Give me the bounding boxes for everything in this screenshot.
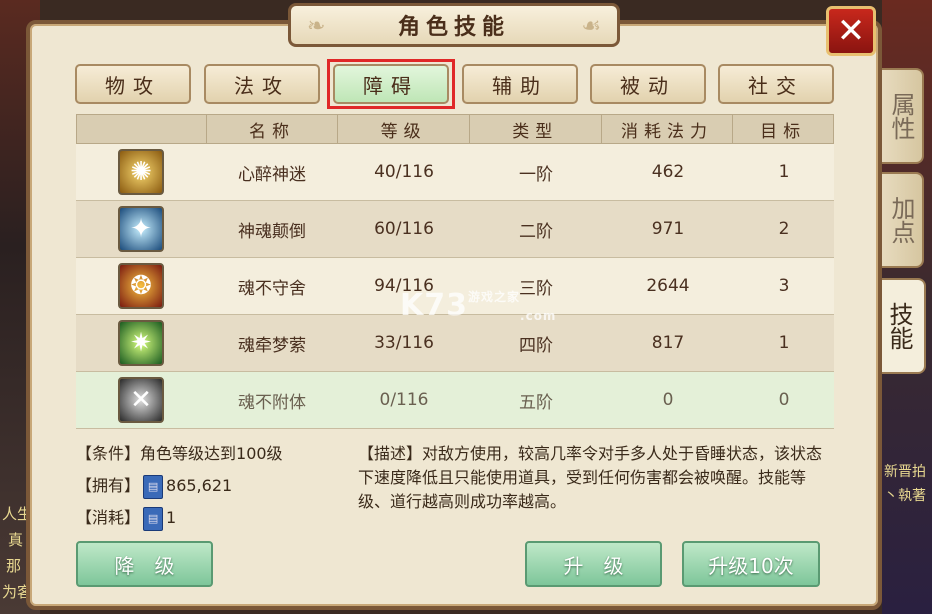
own-label: 【拥有】 <box>76 476 141 495</box>
skill-mana: 2644 <box>646 276 690 296</box>
grey-web-icon: ✕ <box>118 377 164 423</box>
downgrade-label: 降 级 <box>114 553 175 578</box>
downgrade-button[interactable]: 降 级 <box>76 541 213 587</box>
watermark: K73游戏之家 .com <box>400 288 556 323</box>
close-icon: ✕ <box>836 11 866 51</box>
watermark-domain: .com <box>520 309 557 323</box>
condition-value: 角色等级达到100级 <box>140 444 283 463</box>
window-title: 角色技能 <box>397 15 510 40</box>
upgrade-ten-label: 升级10次 <box>708 553 794 578</box>
tab-assist[interactable]: 辅助 <box>462 64 578 104</box>
tab-label: 社交 <box>748 73 804 98</box>
skill-type: 二阶 <box>519 221 553 242</box>
skill-level: 0/116 <box>379 390 429 410</box>
upgrade-button[interactable]: 升 级 <box>525 541 662 587</box>
skill-name: 魂牵梦萦 <box>238 335 306 356</box>
skill-description: 【描述】对敌方使用，较高几率令对手多人处于昏睡状态，该状态下速度降低且只能使用道… <box>358 444 823 511</box>
skill-name: 神魂颠倒 <box>238 221 306 242</box>
own-value: 865,621 <box>166 476 233 495</box>
background-text-5: 新晋拍 <box>884 464 926 480</box>
skill-book-icon: ▤ <box>143 474 164 499</box>
cost-value: 1 <box>166 508 177 527</box>
tab-label: 物攻 <box>105 73 161 98</box>
skill-type: 四阶 <box>519 335 553 356</box>
header-type: 类型 <box>470 115 602 143</box>
skill-mana: 462 <box>651 162 685 182</box>
side-tab-label: 加点 <box>887 196 915 244</box>
skill-target: 1 <box>778 333 790 353</box>
tab-passive[interactable]: 被动 <box>590 64 706 104</box>
header-mana: 消耗法力 <box>602 115 734 143</box>
tab-obstacle[interactable]: 障碍 <box>333 64 449 104</box>
skill-name: 心醉神迷 <box>238 164 306 185</box>
header-target: 目标 <box>760 121 807 142</box>
own-line: 【拥有】 ▤ 865,621 <box>76 474 232 499</box>
skill-target: 3 <box>778 276 790 296</box>
side-tab-label: 技能 <box>885 302 913 350</box>
phoenix-emblem-icon: ❂ <box>118 263 164 309</box>
background-text-6: 丶執著 <box>884 488 926 504</box>
skill-name: 魂不附体 <box>238 392 306 413</box>
fire-swirl-icon: ✺ <box>118 149 164 195</box>
header-name: 名称 <box>207 115 339 143</box>
header-level: 等级 <box>338 115 470 143</box>
condition-label: 【条件】 <box>76 444 141 463</box>
tab-label: 被动 <box>620 73 676 98</box>
header-icon <box>77 115 207 143</box>
green-sparkle-icon: ✷ <box>118 320 164 366</box>
skill-type: 一阶 <box>519 164 553 185</box>
skill-row[interactable]: ✺ 心醉神迷 40/116 一阶 462 1 <box>76 144 834 201</box>
skill-row[interactable]: ✷ 魂牵梦萦 33/116 四阶 817 1 <box>76 315 834 372</box>
tab-social[interactable]: 社交 <box>718 64 834 104</box>
skill-mana: 0 <box>662 390 674 410</box>
skill-target: 2 <box>778 219 790 239</box>
skill-mana: 971 <box>651 219 685 239</box>
skill-row[interactable]: ✦ 神魂颠倒 60/116 二阶 971 2 <box>76 201 834 258</box>
side-tab-points[interactable]: 加点 <box>880 172 924 268</box>
skill-level: 33/116 <box>374 333 434 353</box>
background-text-3: 那 <box>6 557 22 575</box>
cost-line: 【消耗】 ▤ 1 <box>76 506 176 531</box>
background-text-2: 真 <box>8 531 24 549</box>
watermark-sub: 游戏之家 <box>468 290 521 304</box>
cost-label: 【消耗】 <box>76 508 141 527</box>
table-header: 名称 等级 类型 消耗法力 目标 <box>76 114 834 144</box>
skill-target: 1 <box>778 162 790 182</box>
tab-physical-attack[interactable]: 物攻 <box>75 64 191 104</box>
skill-name: 魂不守舍 <box>238 278 306 299</box>
watermark-main: K73 <box>400 288 468 323</box>
tab-label: 障碍 <box>363 73 419 98</box>
side-tab-label: 属性 <box>887 92 915 140</box>
upgrade-ten-button[interactable]: 升级10次 <box>682 541 820 587</box>
skill-target: 0 <box>778 390 790 410</box>
skill-row-selected[interactable]: ✕ 魂不附体 0/116 五阶 0 0 <box>76 372 834 429</box>
ice-strike-icon: ✦ <box>118 206 164 252</box>
title-plate: ❧ 角色技能 ☙ <box>288 3 620 47</box>
side-tab-attributes[interactable]: 属性 <box>880 68 924 164</box>
tab-magic-attack[interactable]: 法攻 <box>204 64 320 104</box>
skill-type: 五阶 <box>519 392 553 413</box>
skill-book-icon: ▤ <box>143 506 164 531</box>
skill-level: 60/116 <box>374 219 434 239</box>
skill-mana: 817 <box>651 333 685 353</box>
skill-level: 40/116 <box>374 162 434 182</box>
swirl-ornament-icon: ❧ <box>307 14 326 39</box>
condition-line: 【条件】角色等级达到100级 <box>76 442 283 466</box>
tab-label: 法攻 <box>234 73 290 98</box>
upgrade-label: 升 级 <box>563 553 624 578</box>
swirl-ornament-icon: ☙ <box>581 14 601 39</box>
tab-label: 辅助 <box>492 73 548 98</box>
close-button[interactable]: ✕ <box>826 6 876 56</box>
